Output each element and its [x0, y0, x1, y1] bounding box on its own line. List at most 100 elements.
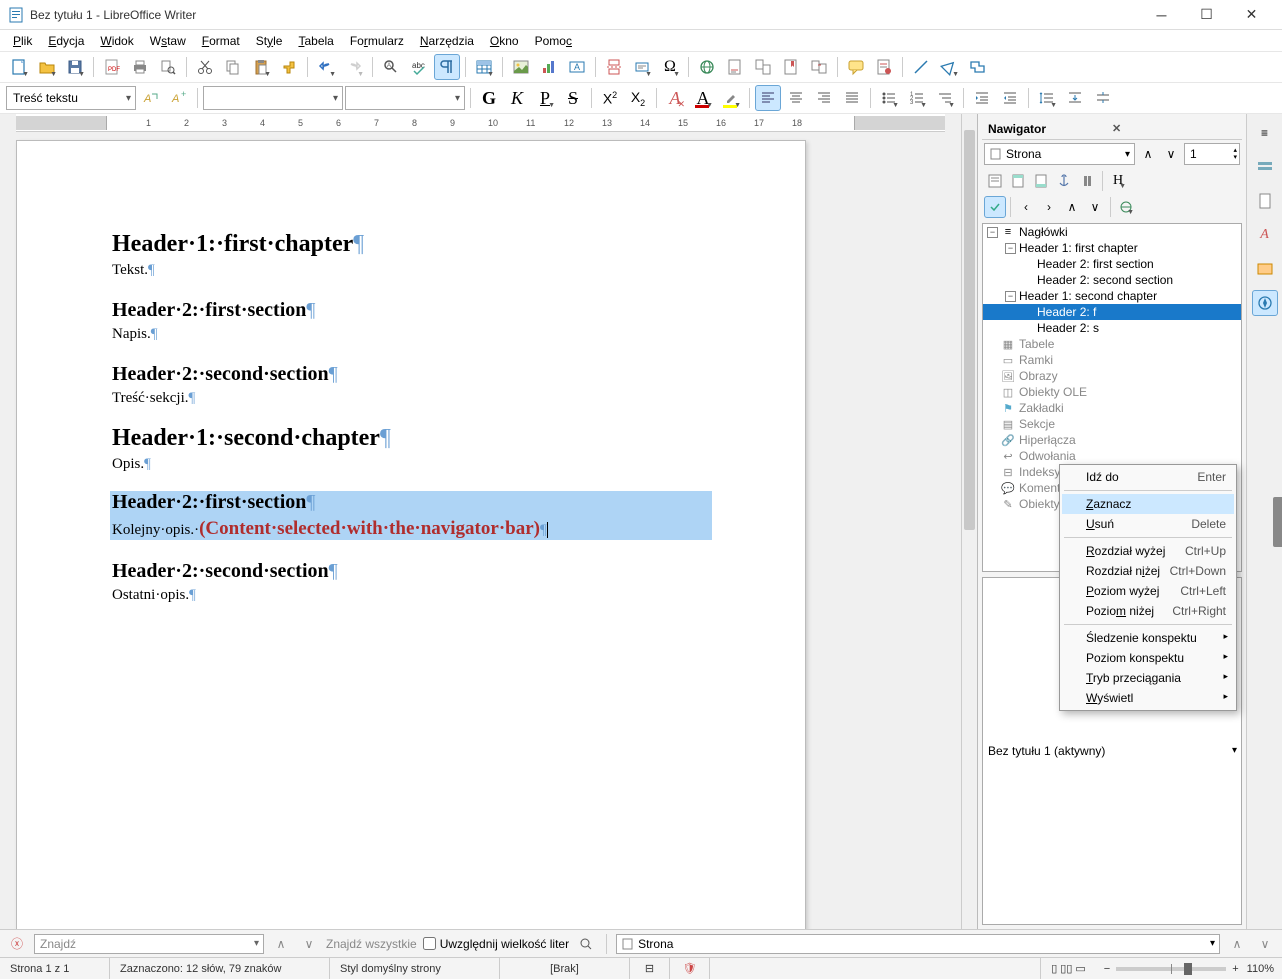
heading-1[interactable]: Header·1:·first·chapter¶ — [112, 231, 710, 258]
insert-image-button[interactable] — [508, 54, 534, 80]
status-insert-mode[interactable]: ⊟ — [630, 958, 670, 979]
increase-indent-button[interactable] — [969, 85, 995, 111]
redo-button[interactable]: ▼ — [341, 54, 367, 80]
tree-item-bookmarks[interactable]: ⚑Zakładki — [983, 400, 1241, 416]
nav-content-view-button[interactable] — [984, 170, 1006, 192]
zoom-thumb[interactable] — [1184, 963, 1192, 975]
number-list-button[interactable]: 123▼ — [904, 85, 930, 111]
zoom-in-button[interactable]: + — [1232, 963, 1238, 975]
navigator-close-button[interactable]: ✕ — [1110, 120, 1236, 137]
menu-tools[interactable]: Narzędzia — [413, 32, 481, 50]
match-case-checkbox[interactable]: Uwzględnij wielkość liter — [423, 937, 569, 951]
spellcheck-button[interactable]: abc — [406, 54, 432, 80]
update-style-button[interactable]: A — [138, 85, 164, 111]
nav-next-button[interactable]: ∨ — [1161, 144, 1181, 164]
zoom-out-button[interactable]: − — [1104, 963, 1110, 975]
page[interactable]: Header·1:·first·chapter¶ Tekst.¶ Header·… — [16, 140, 806, 929]
menu-view[interactable]: Widok — [93, 32, 140, 50]
paragraph[interactable]: Opis.¶ — [112, 456, 710, 473]
sidebar-gallery-tab[interactable] — [1252, 256, 1278, 282]
find-input[interactable]: Znajdź — [34, 934, 264, 954]
vertical-scrollbar[interactable] — [961, 114, 977, 929]
navigator-goto-combo[interactable]: Strona — [984, 143, 1135, 165]
ctx-level-up[interactable]: Poziom wyżejCtrl+Left — [1062, 581, 1234, 601]
para-space-dec-button[interactable] — [1090, 85, 1116, 111]
cut-button[interactable] — [192, 54, 218, 80]
tree-item-links[interactable]: 🔗Hiperłącza — [983, 432, 1241, 448]
align-right-button[interactable] — [811, 85, 837, 111]
heading-2[interactable]: Header·2:·second·section¶ — [112, 560, 710, 583]
nav-prev-button[interactable]: ∧ — [1138, 144, 1158, 164]
nav-footer-button[interactable] — [1030, 170, 1052, 192]
sidebar-settings-tab[interactable]: ≡ — [1252, 120, 1278, 146]
nav-right-button[interactable]: › — [1038, 196, 1060, 218]
decrease-indent-button[interactable] — [997, 85, 1023, 111]
nav-left-button[interactable]: ‹ — [1015, 196, 1037, 218]
track-changes-button[interactable] — [871, 54, 897, 80]
ctx-select[interactable]: Zaznacz — [1062, 494, 1234, 514]
footnote-button[interactable] — [722, 54, 748, 80]
outline-list-button[interactable]: ▼ — [932, 85, 958, 111]
tree-item-headings[interactable]: −≡Nagłówki — [983, 224, 1241, 240]
clone-format-button[interactable] — [276, 54, 302, 80]
ctx-goto[interactable]: Idź doEnter — [1062, 467, 1234, 487]
navigator-page-spin[interactable]: 1 — [1184, 143, 1240, 165]
ctx-drag-mode[interactable]: Tryb przeciągania▸ — [1062, 668, 1234, 688]
menu-edit[interactable]: Edycja — [41, 32, 91, 50]
export-pdf-button[interactable]: PDF — [99, 54, 125, 80]
sidebar-navigator-tab[interactable] — [1252, 290, 1278, 316]
tree-item-heading-selected[interactable]: Header 2: f — [983, 304, 1241, 320]
menu-styles[interactable]: Style — [249, 32, 290, 50]
heading-2[interactable]: Header·2:·first·section¶ — [112, 491, 710, 514]
para-space-inc-button[interactable] — [1062, 85, 1088, 111]
find-other-options-button[interactable] — [575, 933, 597, 955]
status-page[interactable]: Strona 1 z 1 — [0, 958, 110, 979]
view-multi-button[interactable]: ▯▯ — [1060, 962, 1072, 975]
menu-table[interactable]: Tabela — [291, 32, 340, 50]
tree-item-images[interactable]: 🖼Obrazy — [983, 368, 1241, 384]
underline-button[interactable]: P▼ — [532, 85, 558, 111]
paragraph[interactable]: Treść·sekcji.¶ — [112, 390, 710, 407]
print-button[interactable] — [127, 54, 153, 80]
tree-item-heading[interactable]: Header 2: s — [983, 320, 1241, 336]
view-single-button[interactable]: ▯ — [1051, 962, 1057, 975]
heading-2[interactable]: Header·2:·first·section¶ — [112, 299, 710, 322]
tree-item-frames[interactable]: ▭Ramki — [983, 352, 1241, 368]
bullet-list-button[interactable]: ▼ — [876, 85, 902, 111]
menu-file[interactable]: Plik — [6, 32, 39, 50]
paragraph[interactable]: Kolejny·opis.·(Content·selected·with·the… — [112, 518, 710, 540]
status-language[interactable]: [Brak] — [500, 958, 630, 979]
open-button[interactable]: ▼ — [34, 54, 60, 80]
heading-1[interactable]: Header·1:·second·chapter¶ — [112, 425, 710, 452]
menu-form[interactable]: Formularz — [343, 32, 411, 50]
nav-listbox-button[interactable] — [984, 196, 1006, 218]
close-button[interactable]: ✕ — [1229, 0, 1274, 29]
insert-chart-button[interactable] — [536, 54, 562, 80]
nav-down-button[interactable]: ∨ — [1084, 196, 1106, 218]
status-signature[interactable]: 🛡 — [670, 958, 710, 979]
insert-field-button[interactable]: ▼ — [629, 54, 655, 80]
save-button[interactable]: ▼ — [62, 54, 88, 80]
tree-item-refs[interactable]: ↩Odwołania — [983, 448, 1241, 464]
copy-button[interactable] — [220, 54, 246, 80]
line-button[interactable] — [908, 54, 934, 80]
paste-button[interactable]: ▼ — [248, 54, 274, 80]
comment-button[interactable] — [843, 54, 869, 80]
paragraph[interactable]: Ostatni·opis.¶ — [112, 587, 710, 604]
match-case-input[interactable] — [423, 937, 436, 950]
sidebar-collapse-handle[interactable] — [1273, 497, 1282, 547]
ctx-chapter-up[interactable]: Rozdział wyżejCtrl+Up — [1062, 541, 1234, 561]
find-next-button[interactable]: ∨ — [298, 933, 320, 955]
tree-item-tables[interactable]: ▦Tabele — [983, 336, 1241, 352]
zoom-slider[interactable] — [1116, 967, 1226, 971]
endnote-button[interactable] — [750, 54, 776, 80]
nav-reminder-button[interactable] — [1076, 170, 1098, 192]
minimize-button[interactable]: ─ — [1139, 0, 1184, 29]
align-left-button[interactable] — [755, 85, 781, 111]
insert-symbol-button[interactable]: Ω▼ — [657, 54, 683, 80]
font-name-combo[interactable] — [203, 86, 343, 110]
nav-up-button[interactable]: ∧ — [1061, 196, 1083, 218]
align-justify-button[interactable] — [839, 85, 865, 111]
undo-button[interactable]: ▼ — [313, 54, 339, 80]
highlight-button[interactable]: ▼ — [718, 85, 744, 111]
